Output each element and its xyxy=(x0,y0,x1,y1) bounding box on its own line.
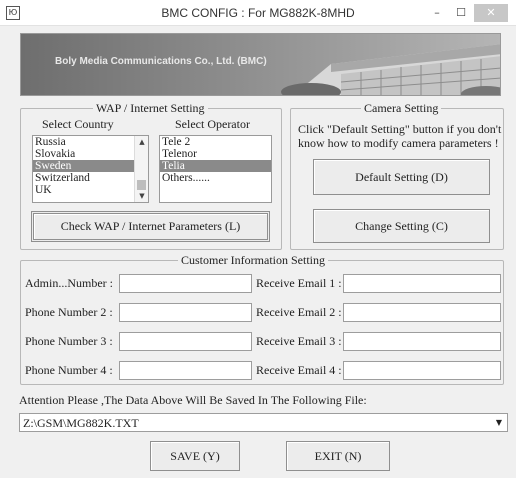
list-item[interactable]: Telenor xyxy=(160,148,271,160)
list-item-partial xyxy=(33,196,148,200)
phone-number-2-field[interactable] xyxy=(119,303,252,322)
email-field-1[interactable] xyxy=(343,274,501,293)
list-item[interactable]: Slovakia xyxy=(33,148,148,160)
phone-label-4: Phone Number 4 : xyxy=(25,363,113,377)
wap-group-title: WAP / Internet Setting xyxy=(93,101,208,115)
phone-label-1: Admin...Number : xyxy=(25,276,113,290)
email-field-4[interactable] xyxy=(343,361,501,380)
save-notice: Attention Please ,The Data Above Will Be… xyxy=(19,393,367,407)
customer-group-title: Customer Information Setting xyxy=(178,253,328,267)
title-bar: Ю BMC CONFIG : For MG882K-8MHD – ☐ ✕ xyxy=(0,0,516,26)
country-list[interactable]: Russia Slovakia Sweden Switzerland UK ▲ … xyxy=(32,135,149,203)
default-setting-button[interactable]: Default Setting (D) xyxy=(313,159,490,195)
company-banner: Boly Media Communications Co., Ltd. (BMC… xyxy=(20,33,501,96)
email-label-1: Receive Email 1 : xyxy=(256,276,342,290)
check-wap-button[interactable]: Check WAP / Internet Parameters (L) xyxy=(31,211,270,242)
select-country-label: Select Country xyxy=(42,117,114,131)
save-button[interactable]: SAVE (Y) xyxy=(150,441,240,471)
maximize-button[interactable]: ☐ xyxy=(450,4,472,22)
list-item[interactable]: Russia xyxy=(33,136,148,148)
minimize-button[interactable]: – xyxy=(426,4,448,22)
chevron-down-icon[interactable]: ▼ xyxy=(135,190,148,202)
email-label-2: Receive Email 2 : xyxy=(256,305,342,319)
phone-number-3-field[interactable] xyxy=(119,332,252,351)
list-item[interactable]: Others...... xyxy=(160,172,271,184)
change-setting-button[interactable]: Change Setting (C) xyxy=(313,209,490,243)
email-label-4: Receive Email 4 : xyxy=(256,363,342,377)
chevron-up-icon[interactable]: ▲ xyxy=(135,136,148,148)
list-item-selected[interactable]: Telia xyxy=(160,160,271,172)
operator-list[interactable]: Tele 2 Telenor Telia Others...... xyxy=(159,135,272,203)
list-item-selected[interactable]: Sweden xyxy=(33,160,148,172)
list-item[interactable]: UK xyxy=(33,184,148,196)
scroll-thumb[interactable] xyxy=(137,180,146,190)
exit-button[interactable]: EXIT (N) xyxy=(286,441,390,471)
country-scrollbar[interactable]: ▲ ▼ xyxy=(134,136,148,202)
email-field-3[interactable] xyxy=(343,332,501,351)
phone-number-4-field[interactable] xyxy=(119,361,252,380)
building-image xyxy=(281,44,500,95)
camera-hint-text: Click "Default Setting" button if you do… xyxy=(298,122,502,150)
list-item[interactable]: Tele 2 xyxy=(160,136,271,148)
email-field-2[interactable] xyxy=(343,303,501,322)
list-item[interactable]: Switzerland xyxy=(33,172,148,184)
close-button[interactable]: ✕ xyxy=(474,4,508,22)
file-path-select[interactable]: Z:\GSM\MG882K.TXT ▼ xyxy=(19,413,508,432)
camera-group-title: Camera Setting xyxy=(361,101,442,115)
select-operator-label: Select Operator xyxy=(175,117,250,131)
chevron-down-icon[interactable]: ▼ xyxy=(491,414,507,431)
phone-label-3: Phone Number 3 : xyxy=(25,334,113,348)
company-name: Boly Media Communications Co., Ltd. (BMC… xyxy=(55,56,267,67)
email-label-3: Receive Email 3 : xyxy=(256,334,342,348)
phone-label-2: Phone Number 2 : xyxy=(25,305,113,319)
admin-number-field[interactable] xyxy=(119,274,252,293)
file-path-value: Z:\GSM\MG882K.TXT xyxy=(23,416,139,430)
